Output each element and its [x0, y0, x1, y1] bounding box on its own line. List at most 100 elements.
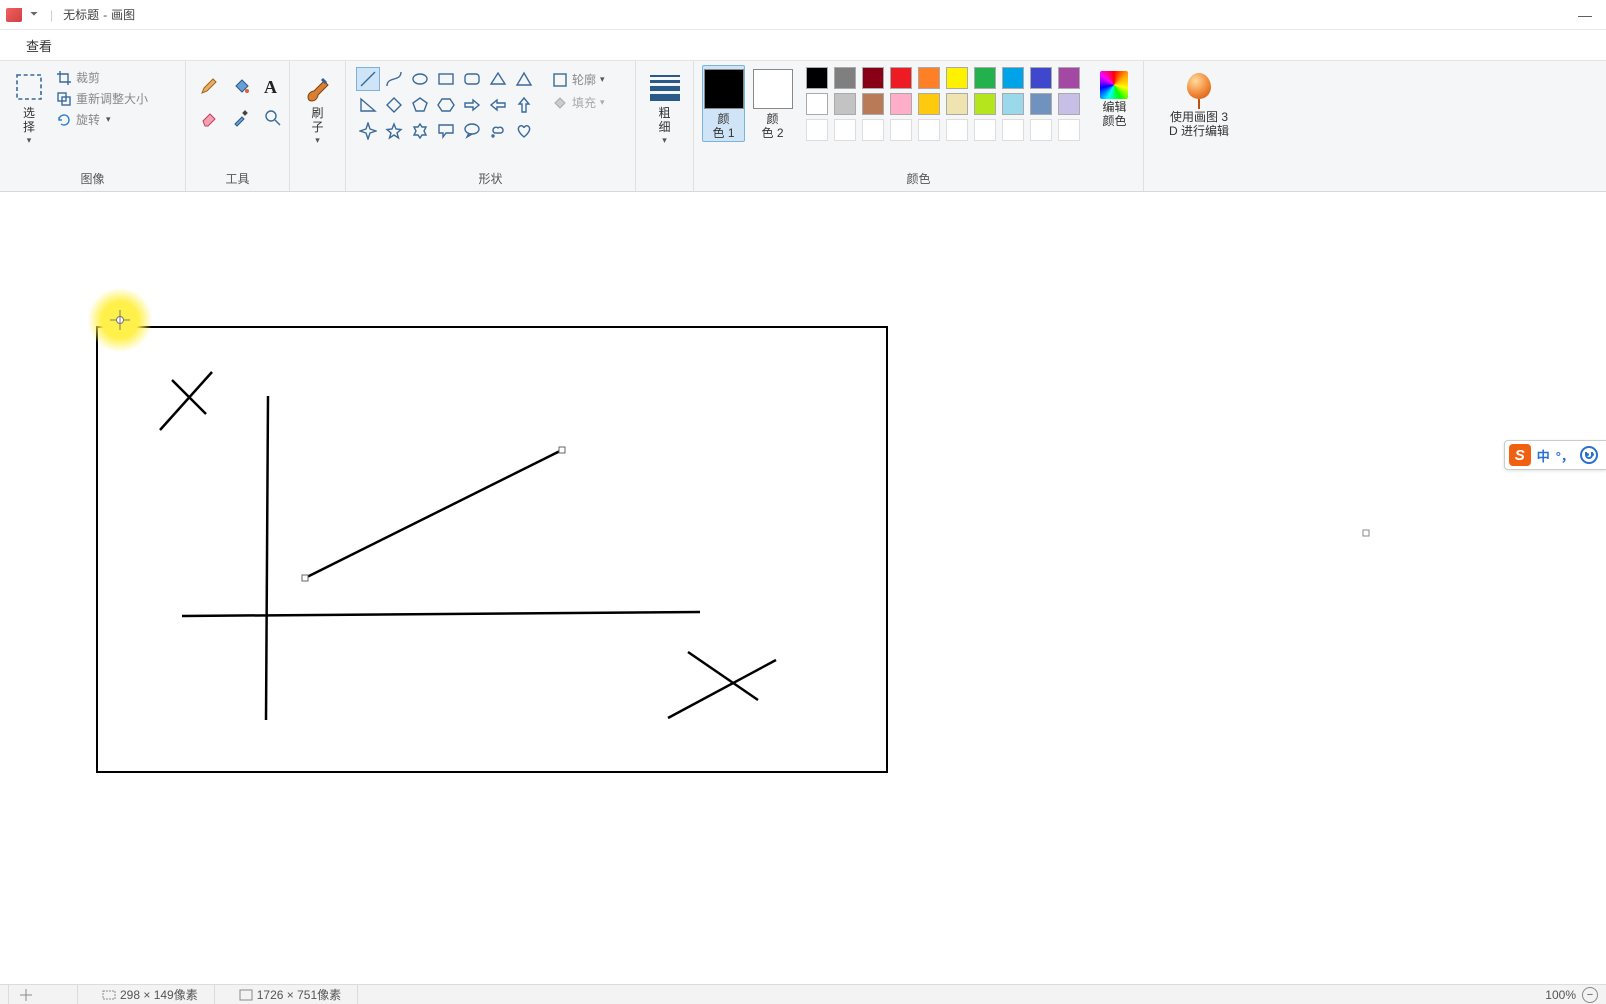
color-swatch[interactable]: [1002, 67, 1024, 89]
color-swatch[interactable]: [806, 67, 828, 89]
color-swatch-empty[interactable]: [1058, 119, 1080, 141]
color2-swatch: [753, 69, 793, 109]
shape-rect[interactable]: [434, 67, 458, 91]
app-name: 画图: [111, 6, 135, 23]
color-swatch[interactable]: [862, 67, 884, 89]
shape-pentagon[interactable]: [408, 93, 432, 117]
sogou-logo-icon: S: [1509, 444, 1531, 466]
eraser-tool[interactable]: [200, 109, 218, 127]
crop-button[interactable]: 裁剪: [56, 69, 148, 86]
ime-language[interactable]: 中: [1537, 446, 1550, 465]
outline-icon: [552, 72, 568, 88]
ime-toolbar[interactable]: S 中 °，: [1504, 440, 1606, 470]
size-button[interactable]: 粗 细 ▾: [644, 65, 685, 161]
title-dash: -: [103, 8, 107, 22]
color-swatch-empty[interactable]: [806, 119, 828, 141]
shape-callout-rect[interactable]: [434, 119, 458, 143]
paint3d-icon: [1185, 73, 1213, 109]
group-label-tools: 工具: [194, 168, 281, 189]
color-swatch[interactable]: [974, 67, 996, 89]
workspace[interactable]: [0, 192, 1606, 984]
color-swatch-empty[interactable]: [1002, 119, 1024, 141]
color-swatch-empty[interactable]: [918, 119, 940, 141]
crop-icon: [56, 70, 72, 86]
color-swatch[interactable]: [918, 67, 940, 89]
shapes-gallery[interactable]: [354, 65, 538, 145]
title-separator: |: [50, 8, 53, 22]
brushes-button[interactable]: 刷 子 ▾: [298, 65, 337, 161]
canvas[interactable]: [0, 200, 1370, 960]
color-swatch-empty[interactable]: [974, 119, 996, 141]
shape-star6[interactable]: [408, 119, 432, 143]
shape-roundrect[interactable]: [460, 67, 484, 91]
qat-dropdown-icon[interactable]: ⏷: [26, 9, 42, 20]
color1-button[interactable]: 颜 色 1: [702, 65, 745, 142]
status-bar: 298 × 149像素 1726 × 751像素 100% −: [0, 984, 1606, 1004]
select-button[interactable]: 选 择 ▾: [8, 65, 50, 161]
fill-icon: [552, 95, 568, 111]
pencil-tool[interactable]: [200, 77, 218, 95]
color-swatch[interactable]: [1030, 93, 1052, 115]
ribbon-tabs: 查看: [0, 30, 1606, 60]
color-swatch-empty[interactable]: [862, 119, 884, 141]
color-swatch[interactable]: [1058, 93, 1080, 115]
color-swatch[interactable]: [1058, 67, 1080, 89]
shape-callout-oval[interactable]: [460, 119, 484, 143]
shape-oval[interactable]: [408, 67, 432, 91]
shape-diamond[interactable]: [382, 93, 406, 117]
color-palette[interactable]: [800, 65, 1088, 145]
text-tool[interactable]: A: [264, 77, 282, 95]
color-swatch-empty[interactable]: [946, 119, 968, 141]
shape-callout-cloud[interactable]: [486, 119, 510, 143]
color-swatch[interactable]: [1030, 67, 1052, 89]
shape-polygon[interactable]: [486, 67, 510, 91]
status-selection-size: 298 × 149像素: [102, 985, 215, 1004]
bucket-tool[interactable]: [232, 77, 250, 95]
shape-arrow-right[interactable]: [460, 93, 484, 117]
shape-line[interactable]: [356, 67, 380, 91]
tab-view[interactable]: 查看: [18, 32, 60, 59]
color-swatch[interactable]: [1002, 93, 1024, 115]
ime-punctuation[interactable]: °，: [1556, 446, 1574, 465]
edit-colors-button[interactable]: 编辑 颜色: [1094, 65, 1135, 129]
color2-button[interactable]: 颜 色 2: [751, 65, 794, 141]
color-swatch-empty[interactable]: [890, 119, 912, 141]
color-swatch[interactable]: [834, 67, 856, 89]
color-swatch[interactable]: [834, 93, 856, 115]
minimize-button[interactable]: —: [1578, 7, 1592, 23]
ime-emoji-icon[interactable]: [1580, 446, 1598, 464]
eyedropper-tool[interactable]: [232, 109, 250, 127]
status-zoom: 100%: [1545, 988, 1576, 1002]
zoom-out-button[interactable]: −: [1582, 987, 1598, 1003]
color-swatch[interactable]: [918, 93, 940, 115]
color-swatch[interactable]: [862, 93, 884, 115]
shape-curve[interactable]: [382, 67, 406, 91]
paint3d-button[interactable]: 使用画图 3 D 进行编辑: [1152, 65, 1246, 161]
color-swatch-empty[interactable]: [834, 119, 856, 141]
status-canvas-size: 1726 × 751像素: [239, 985, 358, 1004]
fill-button[interactable]: 填充▾: [552, 94, 605, 111]
shape-hexagon[interactable]: [434, 93, 458, 117]
shape-star5[interactable]: [382, 119, 406, 143]
color-swatch[interactable]: [890, 67, 912, 89]
thickness-icon: [650, 75, 680, 101]
shape-triangle[interactable]: [512, 67, 536, 91]
resize-button[interactable]: 重新调整大小: [56, 90, 148, 107]
rotate-button[interactable]: 旋转▾: [56, 111, 148, 128]
drawing-svg: [0, 200, 1370, 960]
shape-arrow-left[interactable]: [486, 93, 510, 117]
color-swatch-empty[interactable]: [1030, 119, 1052, 141]
color-swatch[interactable]: [974, 93, 996, 115]
shape-star4[interactable]: [356, 119, 380, 143]
shape-heart[interactable]: [512, 119, 536, 143]
color-swatch[interactable]: [946, 67, 968, 89]
outline-button[interactable]: 轮廓▾: [552, 71, 605, 88]
color-swatch[interactable]: [806, 93, 828, 115]
color-swatch[interactable]: [890, 93, 912, 115]
shape-right-triangle[interactable]: [356, 93, 380, 117]
shape-arrow-up[interactable]: [512, 93, 536, 117]
ribbon: 选 择 ▾ 裁剪 重新调整大小 旋转▾ 图像: [0, 60, 1606, 192]
group-label-colors: 颜色: [702, 168, 1135, 189]
magnifier-tool[interactable]: [264, 109, 282, 127]
color-swatch[interactable]: [946, 93, 968, 115]
